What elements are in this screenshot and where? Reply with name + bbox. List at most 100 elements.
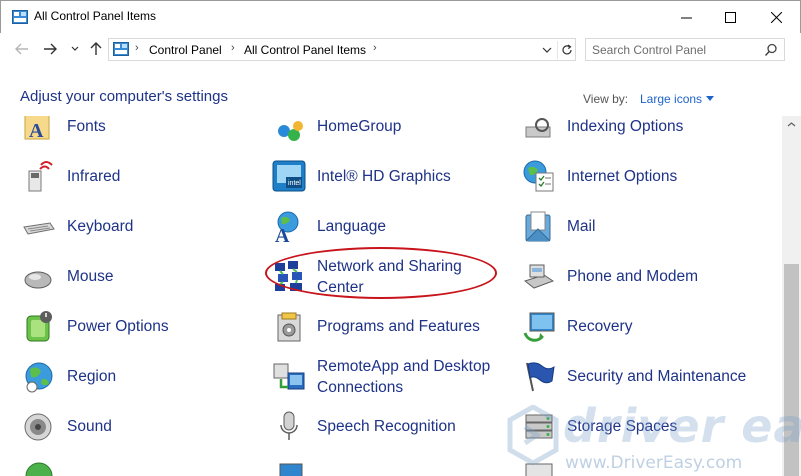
item-power-options[interactable]: Power Options <box>22 306 222 346</box>
security-flag-icon <box>526 362 555 392</box>
item-speech-recognition[interactable]: Speech Recognition <box>272 406 492 446</box>
item-label-line2: Connections <box>317 379 404 396</box>
item-mouse[interactable]: Mouse <box>22 256 222 296</box>
window-title: All Control Panel Items <box>34 9 157 23</box>
recent-locations-button[interactable] <box>65 39 85 59</box>
item-label: Recovery <box>567 318 633 335</box>
search-icon[interactable] <box>764 43 778 57</box>
search-box[interactable] <box>585 38 785 61</box>
item-label: Infrared <box>67 168 121 185</box>
scroll-thumb[interactable] <box>784 264 799 476</box>
item-label-line1: Network and Sharing <box>317 258 462 275</box>
item-recovery[interactable]: Recovery <box>522 306 762 346</box>
sync-center-icon[interactable] <box>22 459 56 476</box>
programs-features-icon <box>277 312 301 342</box>
arrow-up-icon <box>90 42 102 55</box>
item-label: Speech Recognition <box>317 418 456 435</box>
back-button[interactable] <box>12 39 32 59</box>
chevron-down-icon <box>542 47 552 53</box>
item-keyboard[interactable]: Keyboard <box>22 206 222 246</box>
breadcrumb-control-panel[interactable]: Control Panel <box>149 43 222 57</box>
item-storage-spaces[interactable]: Storage Spaces <box>522 406 762 446</box>
breadcrumb-separator[interactable]: › <box>231 42 235 54</box>
item-label: Fonts <box>67 118 106 135</box>
address-bar[interactable]: › Control Panel › All Control Panel Item… <box>108 38 576 61</box>
mouse-icon <box>24 271 52 289</box>
homegroup-icon <box>278 121 303 141</box>
view-by-label: View by: <box>583 92 629 106</box>
minimize-icon <box>680 17 692 18</box>
item-label: Security and Maintenance <box>567 368 747 385</box>
item-label: Internet Options <box>567 168 678 185</box>
phone-modem-icon <box>523 264 555 289</box>
address-history-button[interactable] <box>539 42 555 58</box>
title-bar: All Control Panel Items <box>0 0 801 33</box>
taskbar-navigation-icon[interactable] <box>522 462 556 476</box>
arrow-left-icon <box>15 43 28 55</box>
item-infrared[interactable]: Infrared <box>22 156 222 196</box>
item-label: Language <box>317 218 386 235</box>
scroll-up-button[interactable] <box>782 116 801 133</box>
refresh-button[interactable] <box>557 41 575 59</box>
item-mail[interactable]: Mail <box>522 206 762 246</box>
mail-icon <box>525 211 551 242</box>
item-remoteapp-desktop-connections[interactable]: RemoteApp and Desktop Connections <box>272 356 492 396</box>
item-language[interactable]: A Language <box>272 206 492 246</box>
close-icon <box>770 11 782 23</box>
remoteapp-icon <box>273 363 305 390</box>
item-network-sharing-center[interactable]: Network and Sharing Center <box>272 256 492 296</box>
item-label: Power Options <box>67 318 169 335</box>
language-icon: A <box>275 211 299 243</box>
item-label: Indexing Options <box>567 118 684 135</box>
storage-spaces-icon <box>525 414 553 439</box>
intel-graphics-icon: intel <box>272 160 306 192</box>
keyboard-icon <box>23 222 55 235</box>
item-label-line2: Center <box>317 279 364 296</box>
item-label: Intel® HD Graphics <box>317 168 451 185</box>
chevron-up-icon <box>787 122 796 127</box>
search-input[interactable] <box>592 41 756 58</box>
item-region[interactable]: Region <box>22 356 222 396</box>
up-button[interactable] <box>86 39 106 59</box>
item-indexing-options[interactable]: Indexing Options <box>522 116 762 146</box>
item-sound[interactable]: Sound <box>22 406 222 446</box>
power-options-icon <box>26 311 52 342</box>
content-header: Adjust your computer's settings View by:… <box>0 66 801 116</box>
breadcrumb-all-items[interactable]: All Control Panel Items <box>244 43 366 57</box>
minimize-button[interactable] <box>663 1 709 33</box>
svg-text:A: A <box>29 120 44 142</box>
caret-down-icon[interactable] <box>706 96 714 101</box>
vertical-scrollbar[interactable] <box>782 116 801 476</box>
maximize-button[interactable] <box>707 1 753 33</box>
item-label: Mail <box>567 218 596 235</box>
svg-text:intel: intel <box>288 180 301 187</box>
region-icon <box>25 362 53 393</box>
item-intel-hd-graphics[interactable]: intel Intel® HD Graphics <box>272 156 492 196</box>
system-icon[interactable] <box>274 462 308 476</box>
infrared-icon <box>28 161 53 192</box>
item-internet-options[interactable]: Internet Options <box>522 156 762 196</box>
chevron-down-icon <box>71 46 79 51</box>
svg-text:A: A <box>275 225 290 243</box>
forward-button[interactable] <box>40 39 60 59</box>
microphone-icon <box>280 411 298 440</box>
close-button[interactable] <box>753 1 799 33</box>
item-security-maintenance[interactable]: Security and Maintenance <box>522 356 762 396</box>
item-label: HomeGroup <box>317 118 402 135</box>
breadcrumb-separator[interactable]: › <box>135 42 139 54</box>
navigation-bar: › Control Panel › All Control Panel Item… <box>0 33 801 66</box>
refresh-icon <box>561 44 572 55</box>
item-homegroup[interactable]: HomeGroup <box>272 116 492 146</box>
item-fonts[interactable]: A Fonts <box>22 116 222 146</box>
item-label: Region <box>67 368 117 385</box>
breadcrumb-separator[interactable]: › <box>373 42 377 54</box>
recovery-icon <box>523 312 555 342</box>
internet-options-icon <box>523 160 554 192</box>
item-programs-features[interactable]: Programs and Features <box>272 306 492 346</box>
item-label: Phone and Modem <box>567 268 698 285</box>
view-by-dropdown[interactable]: Large icons <box>640 92 702 106</box>
items-panel: A Fonts HomeGroup Indexing Options Infra… <box>0 116 782 476</box>
item-phone-modem[interactable]: Phone and Modem <box>522 256 762 296</box>
fonts-icon: A <box>24 116 50 142</box>
item-label: Network and Sharing Center <box>317 256 462 298</box>
